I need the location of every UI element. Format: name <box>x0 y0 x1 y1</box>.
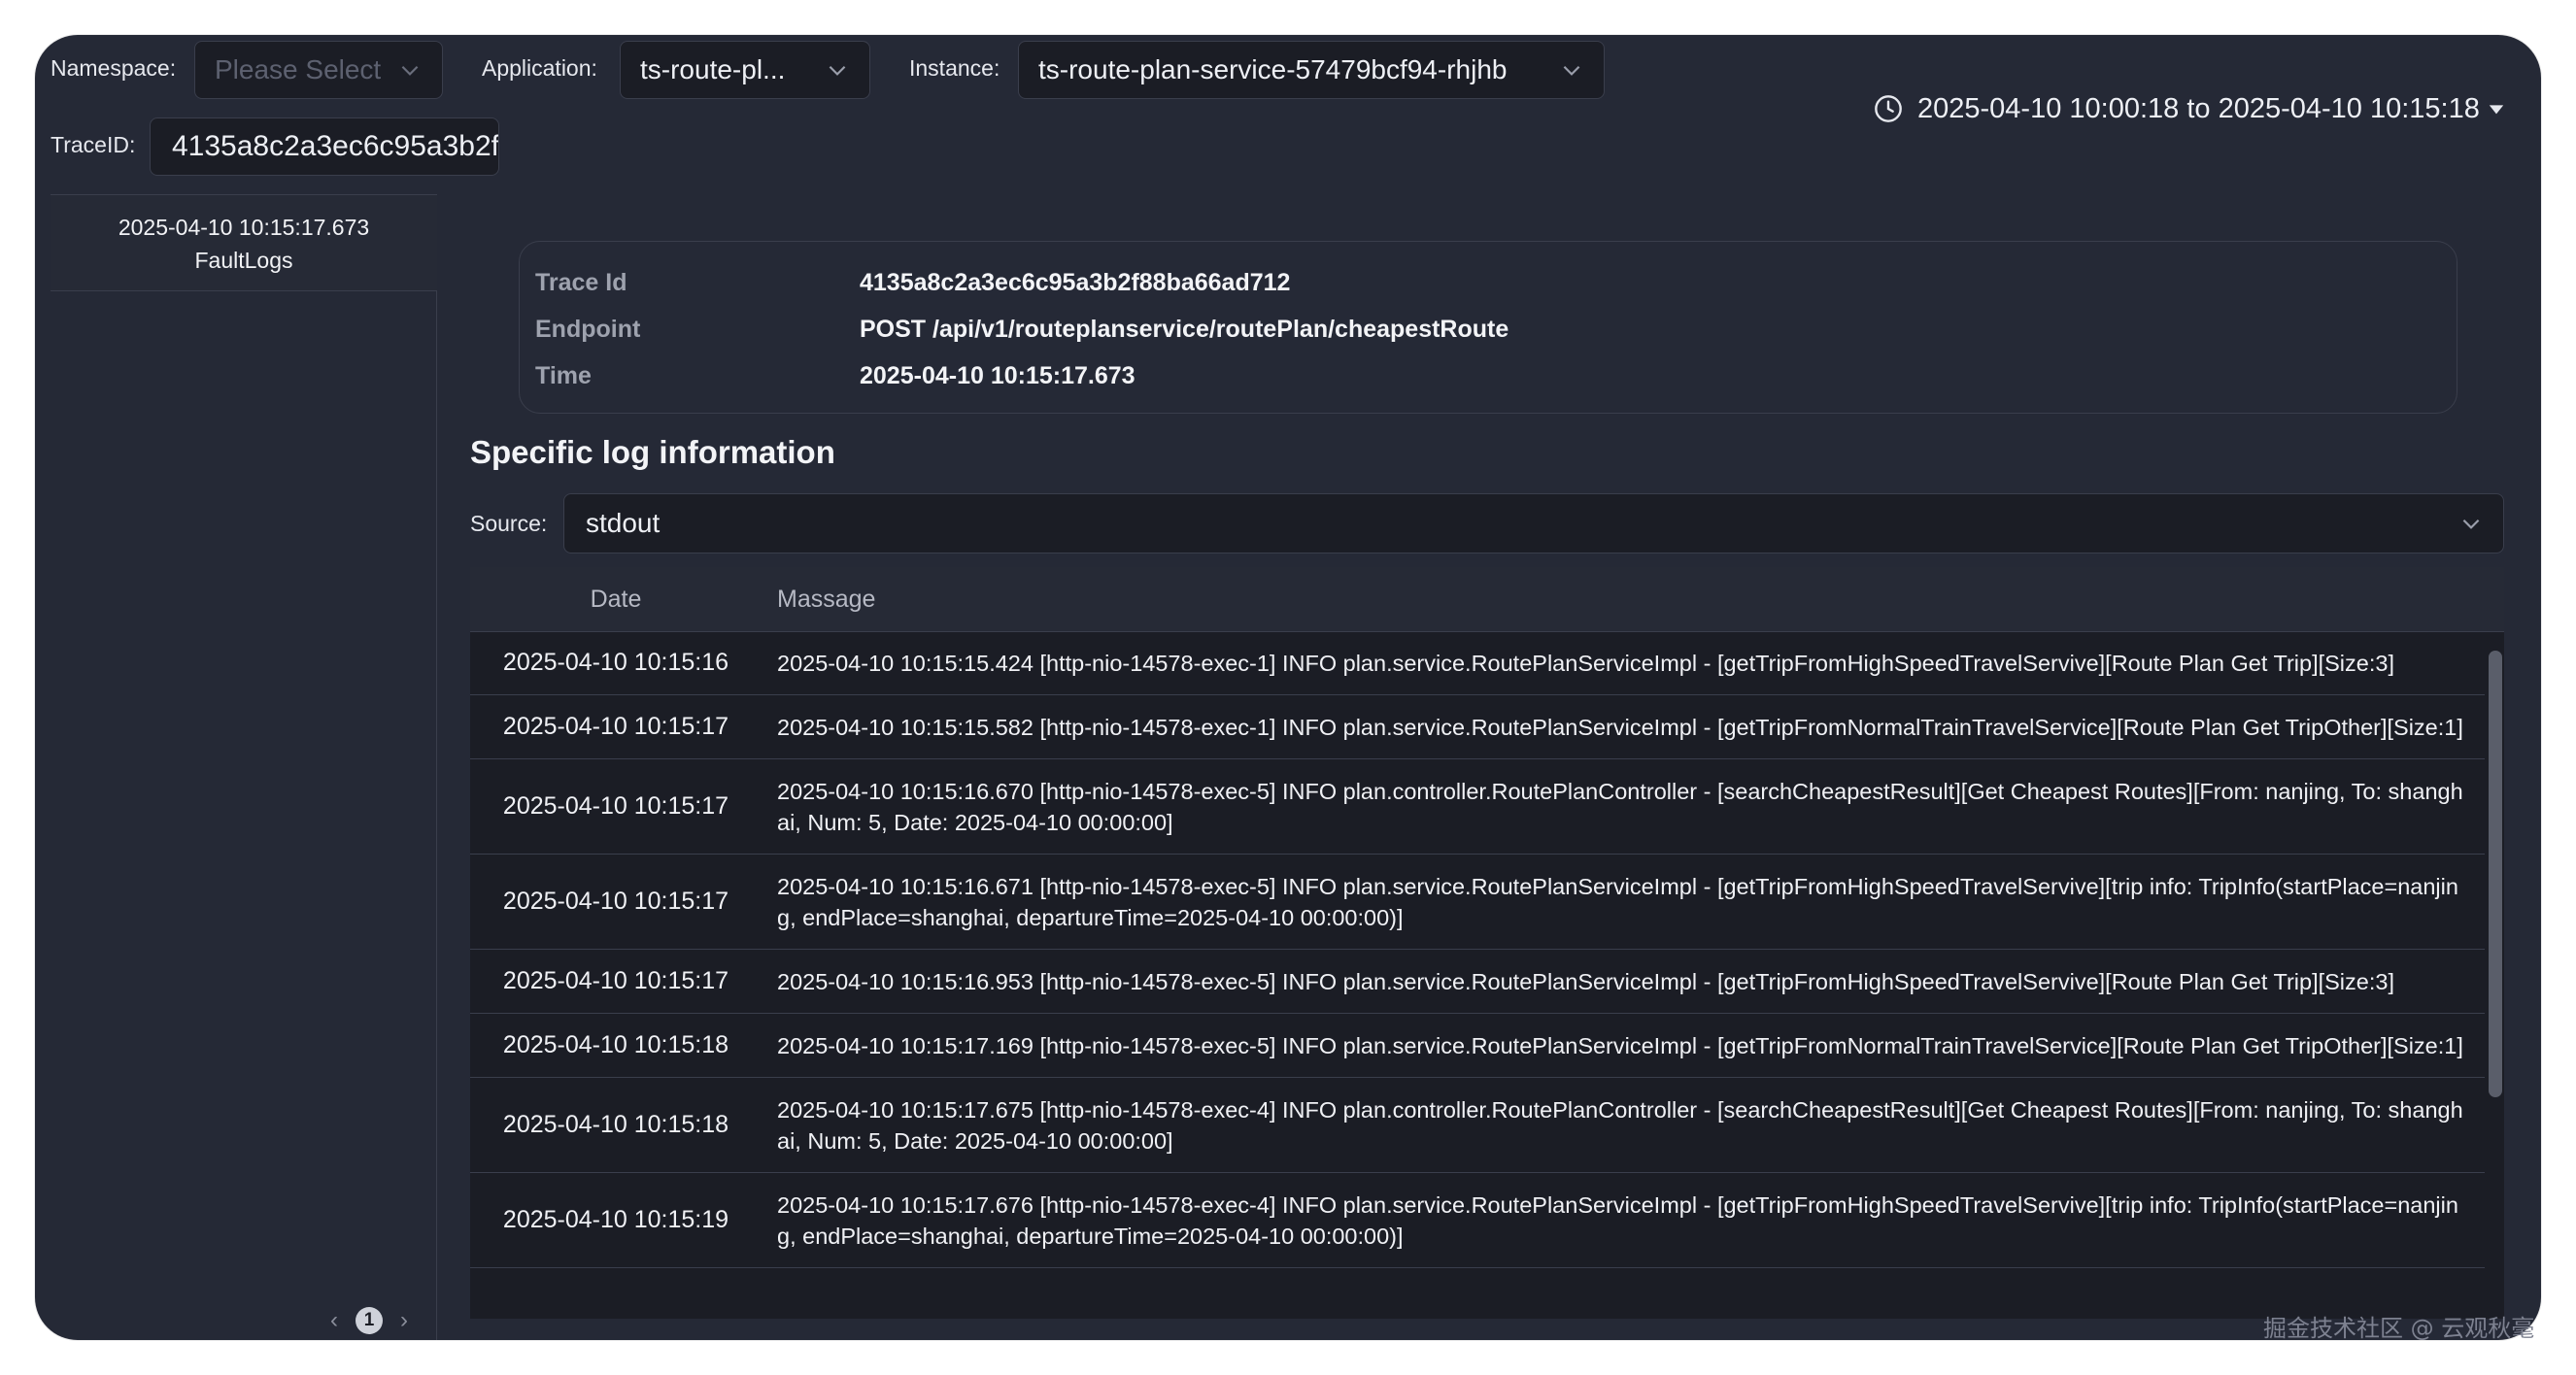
traceid-label: TraceID: <box>51 132 136 157</box>
application-label: Application: <box>482 55 597 81</box>
table-row: 2025-04-10 10:15:18 2025-04-10 10:15:17.… <box>470 1078 2485 1173</box>
endpoint-value: POST /api/v1/routeplanservice/routePlan/… <box>860 316 1509 343</box>
time-key: Time <box>535 362 592 389</box>
table-row: 2025-04-10 10:15:17 2025-04-10 10:15:16.… <box>470 950 2485 1014</box>
source-label: Source: <box>470 511 548 536</box>
row-message: 2025-04-10 10:15:17.676 [http-nio-14578-… <box>777 1191 2458 1249</box>
sidebar-item-label: FaultLogs <box>194 248 293 273</box>
pagination: ‹ 1 › <box>330 1307 408 1334</box>
column-header-message[interactable]: Massage <box>777 586 875 614</box>
time-range-picker[interactable]: 2025-04-10 10:00:18 to 2025-04-10 10:15:… <box>1873 82 2505 136</box>
time-range-text: 2025-04-10 10:00:18 to 2025-04-10 10:15:… <box>1917 92 2480 124</box>
table-row: 2025-04-10 10:15:17 2025-04-10 10:15:16.… <box>470 855 2485 950</box>
chevron-down-icon <box>829 65 846 76</box>
sidebar-item-time: 2025-04-10 10:15:17.673 <box>118 215 370 240</box>
endpoint-key: Endpoint <box>535 316 641 343</box>
table-row: 2025-04-10 10:15:19 2025-04-10 10:15:17.… <box>470 1173 2485 1268</box>
trace-id-row: Trace Id 4135a8c2a3ec6c95a3b2f88ba66ad71… <box>535 269 1290 297</box>
row-message: 2025-04-10 10:15:17.675 [http-nio-14578-… <box>777 1096 2463 1154</box>
row-message: 2025-04-10 10:15:15.424 [http-nio-14578-… <box>777 650 2394 676</box>
application-select[interactable]: ts-route-pl... <box>620 41 870 99</box>
table-row: 2025-04-10 10:15:16 2025-04-10 10:15:15.… <box>470 631 2485 695</box>
namespace-placeholder: Please Select <box>215 54 382 84</box>
row-date: 2025-04-10 10:15:19 <box>502 1206 729 1233</box>
row-date: 2025-04-10 10:15:17 <box>502 888 729 915</box>
section-title: Specific log information <box>470 434 835 470</box>
chevron-down-icon <box>401 65 419 76</box>
row-message: 2025-04-10 10:15:16.953 [http-nio-14578-… <box>777 968 2394 994</box>
row-message: 2025-04-10 10:15:17.169 [http-nio-14578-… <box>777 1032 2463 1058</box>
table-header: Date Massage <box>470 567 2504 632</box>
table-body: 2025-04-10 10:15:16 2025-04-10 10:15:15.… <box>470 631 2504 1268</box>
instance-select[interactable]: ts-route-plan-service-57479bcf94-rhjhb <box>1018 41 1605 99</box>
table-row: 2025-04-10 10:15:17 2025-04-10 10:15:15.… <box>470 695 2485 759</box>
time-value: 2025-04-10 10:15:17.673 <box>860 362 1135 389</box>
row-message: 2025-04-10 10:15:15.582 [http-nio-14578-… <box>777 714 2463 740</box>
chevron-down-icon <box>2462 519 2480 529</box>
row-date: 2025-04-10 10:15:17 <box>502 713 729 740</box>
endpoint-row: Endpoint POST /api/v1/routeplanservice/r… <box>535 316 1508 344</box>
row-date: 2025-04-10 10:15:16 <box>502 649 729 676</box>
table-scrollbar[interactable] <box>2489 651 2502 1097</box>
row-date: 2025-04-10 10:15:18 <box>502 1111 729 1138</box>
row-date: 2025-04-10 10:15:18 <box>502 1031 729 1058</box>
log-table: Date Massage 2025-04-10 10:15:16 2025-04… <box>470 567 2504 1319</box>
source-value: stdout <box>586 508 661 538</box>
row-message: 2025-04-10 10:15:16.671 [http-nio-14578-… <box>777 873 2458 930</box>
namespace-label: Namespace: <box>51 55 177 81</box>
namespace-select[interactable]: Please Select <box>194 41 443 99</box>
trace-info-card: Trace Id 4135a8c2a3ec6c95a3b2f88ba66ad71… <box>519 241 2457 414</box>
trace-sidebar: 2025-04-10 10:15:17.673 FaultLogs ‹ 1 › <box>51 194 437 1340</box>
trace-id-value: 4135a8c2a3ec6c95a3b2f88ba66ad712 <box>860 269 1291 296</box>
chevron-down-icon <box>1563 65 1580 76</box>
application-value: ts-route-pl... <box>640 54 786 84</box>
instance-label: Instance: <box>909 55 1000 81</box>
table-row: 2025-04-10 10:15:18 2025-04-10 10:15:17.… <box>470 1014 2485 1078</box>
traceid-input[interactable]: 4135a8c2a3ec6c95a3b2f88ba66ad712 <box>150 117 499 176</box>
instance-value: ts-route-plan-service-57479bcf94-rhjhb <box>1038 54 1508 84</box>
time-row: Time 2025-04-10 10:15:17.673 <box>535 362 1135 390</box>
row-message: 2025-04-10 10:15:16.670 [http-nio-14578-… <box>777 778 2463 835</box>
caret-down-icon <box>2489 105 2504 115</box>
column-header-date[interactable]: Date <box>470 586 762 614</box>
trace-id-key: Trace Id <box>535 269 627 296</box>
next-page-icon[interactable]: › <box>400 1307 408 1334</box>
row-date: 2025-04-10 10:15:17 <box>502 967 729 994</box>
watermark: 掘金技术社区 @ 云观秋毫 <box>2263 1315 2535 1342</box>
sidebar-item-faultlogs[interactable]: 2025-04-10 10:15:17.673 FaultLogs <box>51 194 437 291</box>
source-select[interactable]: stdout <box>563 493 2504 553</box>
table-row: 2025-04-10 10:15:17 2025-04-10 10:15:16.… <box>470 759 2485 855</box>
row-date: 2025-04-10 10:15:17 <box>502 792 729 820</box>
prev-page-icon[interactable]: ‹ <box>330 1307 338 1334</box>
clock-icon <box>1875 95 1902 122</box>
page-number[interactable]: 1 <box>356 1307 383 1334</box>
app-window: Namespace: Please Select Application: ts… <box>35 35 2541 1340</box>
